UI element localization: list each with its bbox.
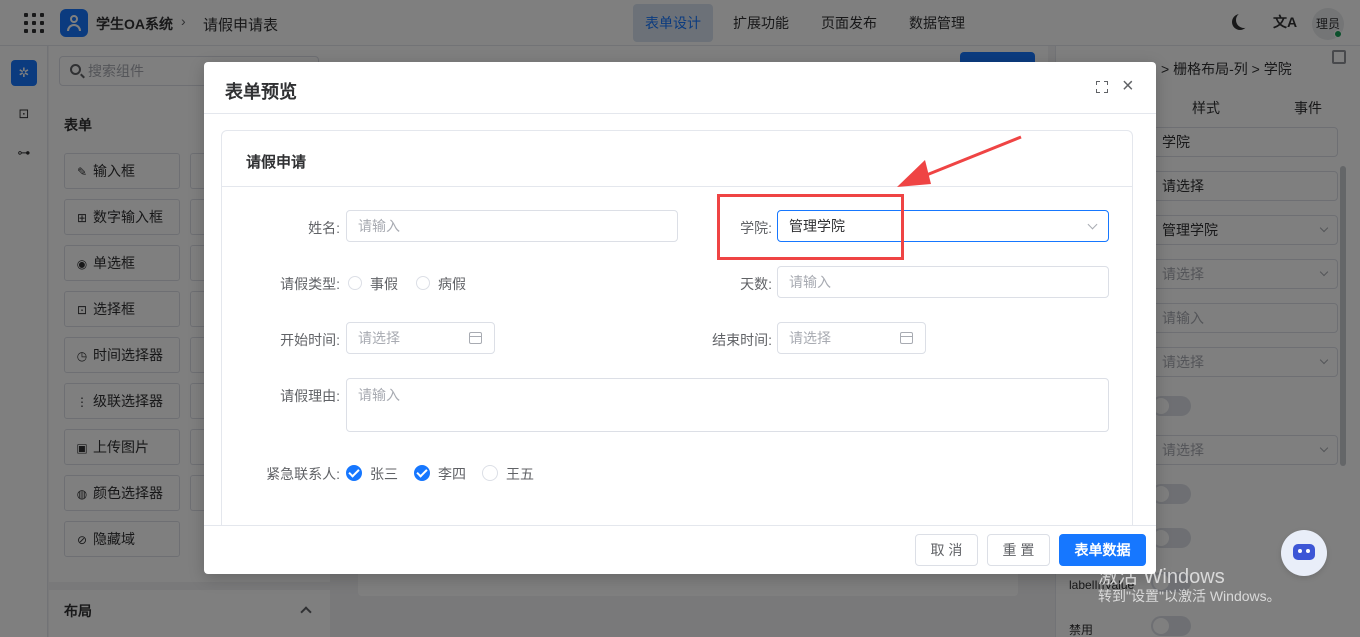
watermark-subtitle: 转到"设置"以激活 Windows。 (1098, 588, 1281, 604)
calendar-icon (469, 332, 482, 344)
calendar-icon (900, 332, 913, 344)
name-label: 姓名: (308, 220, 340, 236)
emergency-contact-label: 紧急联系人: (266, 466, 340, 482)
radio-option-label: 病假 (438, 276, 466, 292)
modal-footer-divider (204, 525, 1156, 526)
end-time-placeholder: 请选择 (789, 330, 831, 346)
cancel-button[interactable]: 取 消 (915, 534, 978, 566)
name-input[interactable]: 请输入 (346, 210, 678, 242)
watermark-title: 激活 Windows (1098, 566, 1225, 588)
leave-type-label: 请假类型: (280, 276, 340, 292)
checkbox-zhangsan[interactable] (346, 465, 362, 481)
radio-option-label: 事假 (370, 276, 398, 292)
start-time-placeholder: 请选择 (358, 330, 400, 346)
modal-title: 表单预览 (225, 82, 297, 102)
maximize-icon[interactable] (1096, 81, 1108, 93)
days-input[interactable]: 请输入 (777, 266, 1109, 298)
end-time-picker[interactable]: 请选择 (777, 322, 926, 354)
close-icon[interactable]: × (1122, 76, 1134, 96)
annotation-arrow (897, 135, 1022, 187)
modal-divider (204, 113, 1156, 114)
radio-sick-leave[interactable] (416, 276, 430, 290)
checkbox-label: 王五 (506, 466, 534, 482)
start-time-picker[interactable]: 请选择 (346, 322, 495, 354)
reset-button[interactable]: 重 置 (987, 534, 1050, 566)
checkbox-wangwu[interactable] (482, 465, 498, 481)
checkbox-lisi[interactable] (414, 465, 430, 481)
start-time-label: 开始时间: (280, 332, 340, 348)
chevron-down-icon (1087, 219, 1098, 230)
radio-personal-leave[interactable] (348, 276, 362, 290)
card-title: 请假申请 (246, 154, 307, 171)
checkbox-label: 张三 (370, 466, 398, 482)
assistant-bot-icon[interactable] (1281, 530, 1327, 576)
checkbox-label: 李四 (438, 466, 466, 482)
highlight-box (717, 194, 904, 260)
reason-textarea[interactable]: 请输入 (346, 378, 1109, 432)
days-label: 天数: (740, 276, 772, 292)
end-time-label: 结束时间: (712, 332, 772, 348)
reason-label: 请假理由: (280, 388, 340, 404)
